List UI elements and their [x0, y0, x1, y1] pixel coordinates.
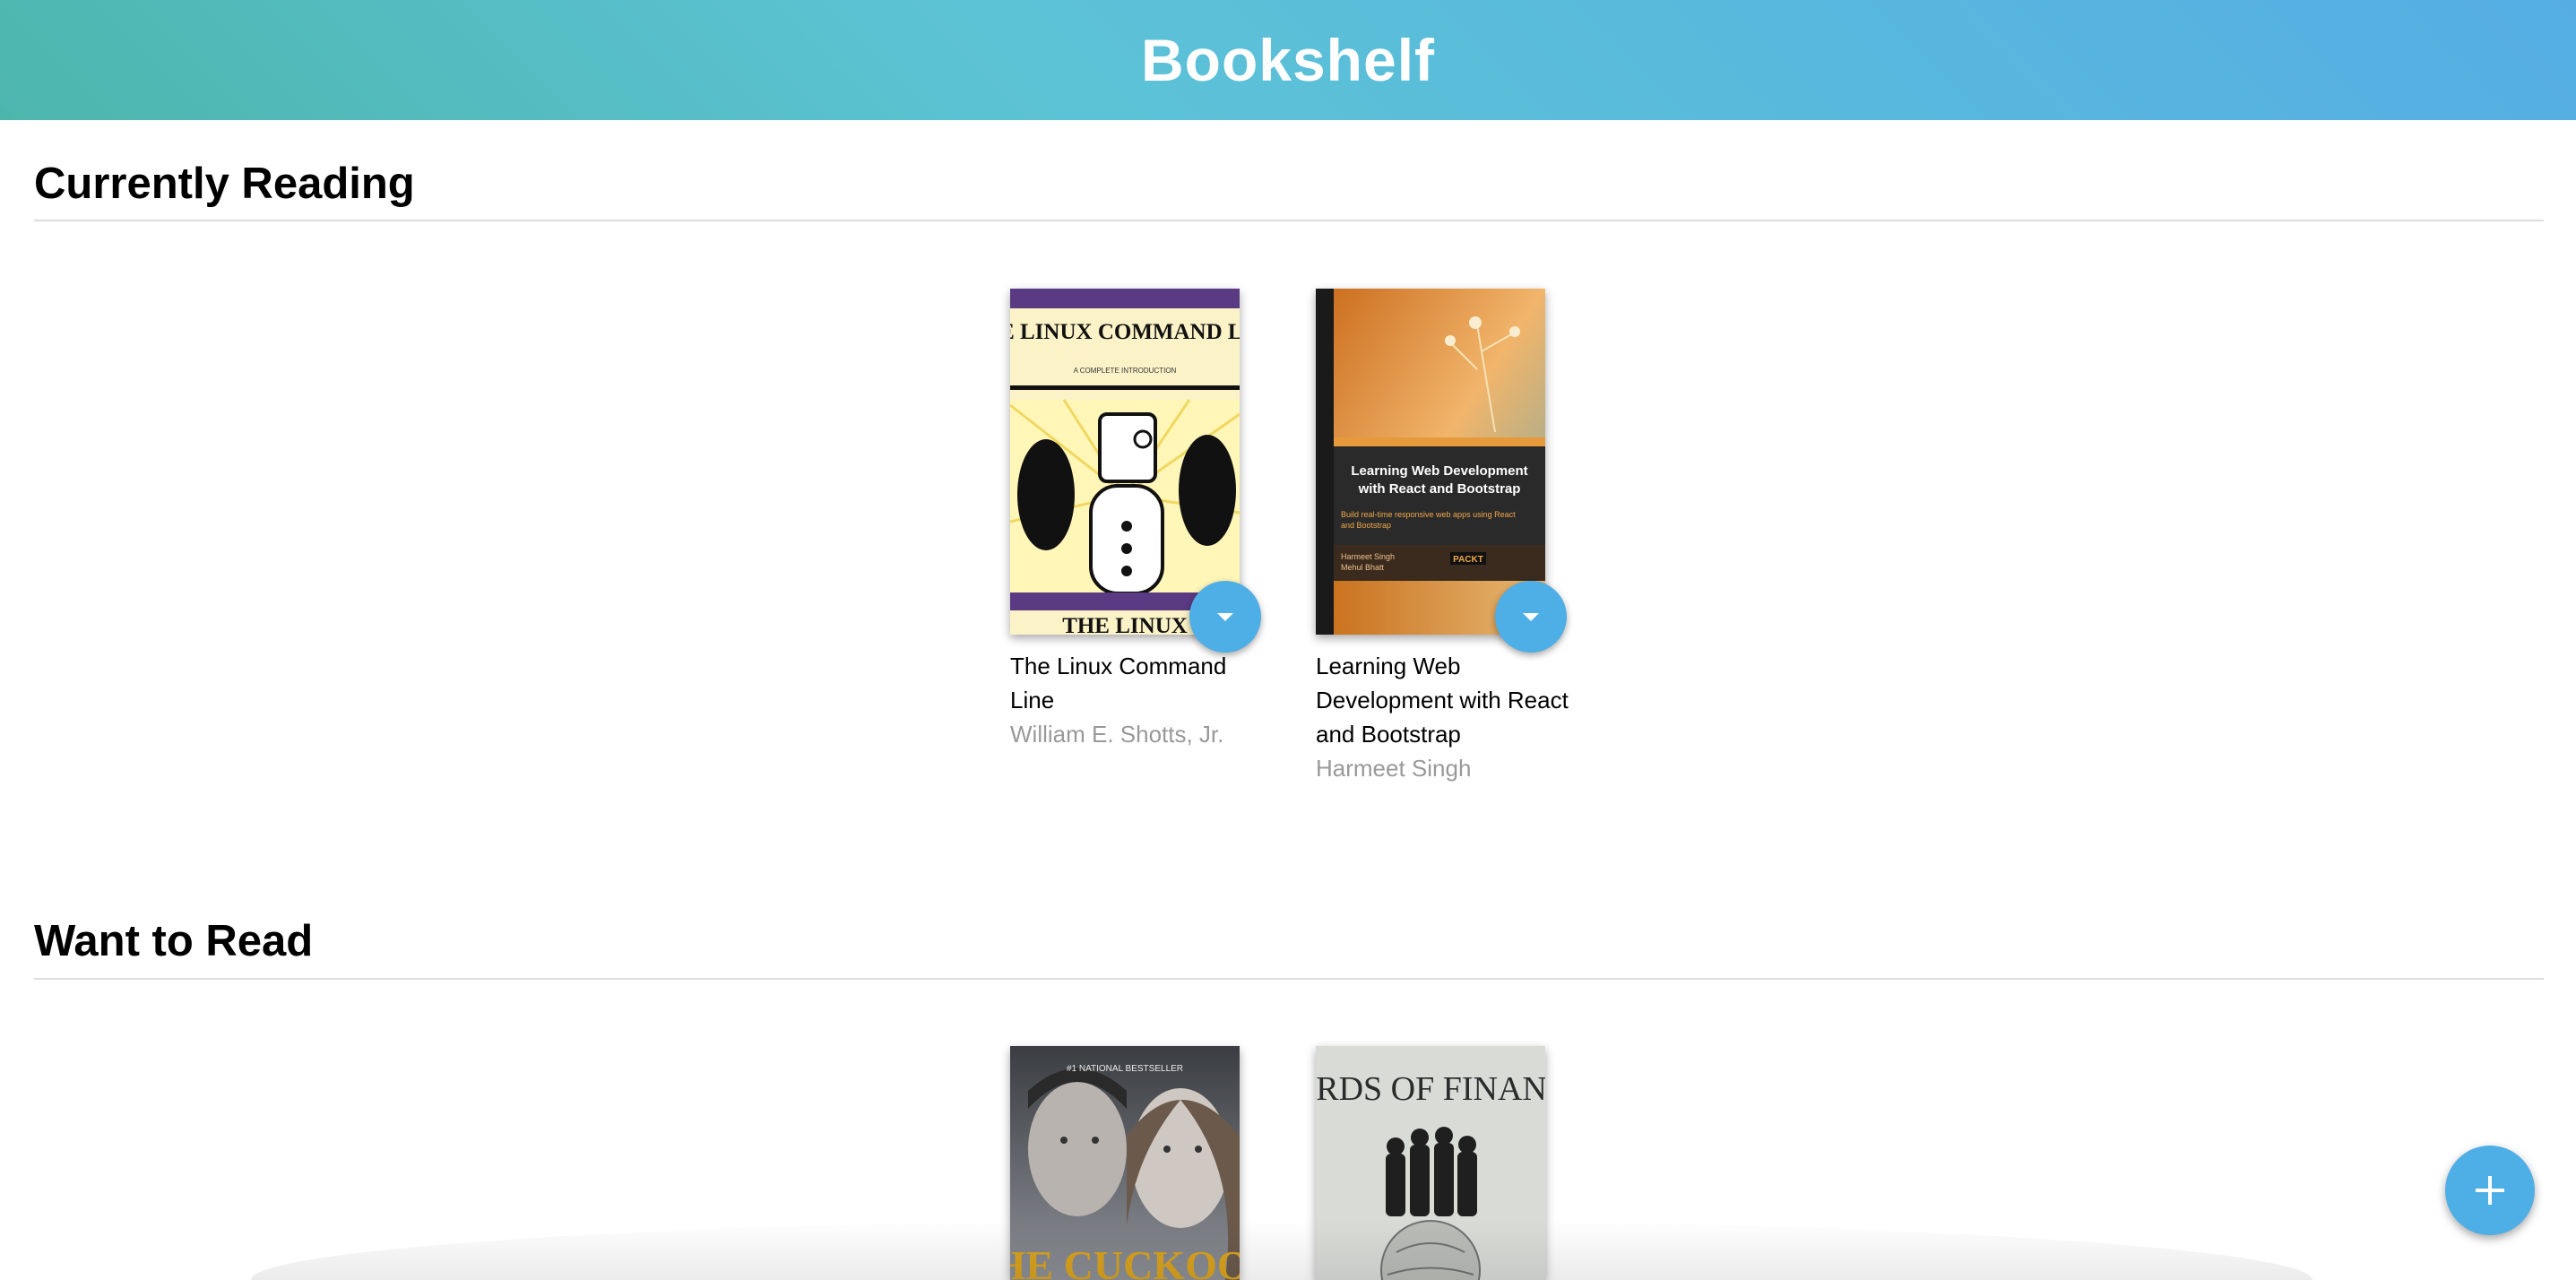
add-book-button[interactable]: [2445, 1146, 2535, 1235]
shelf-changer-button[interactable]: [1495, 581, 1567, 653]
svg-text:PACKT: PACKT: [1453, 555, 1483, 565]
book-title: The Linux Command Line: [1010, 653, 1227, 714]
lords-cover-art: LORDS OF FINANCE: [1316, 1046, 1545, 1280]
app-title: Bookshelf: [1140, 27, 1436, 93]
svg-text:THE LINUX COMMAND LINE: THE LINUX COMMAND LINE: [1010, 320, 1240, 344]
shelf-divider: [34, 978, 2544, 980]
book-cover[interactable]: #1 NATIONAL BESTSELLER THE CUCKOO'S: [1010, 1046, 1240, 1280]
book-cover[interactable]: LORDS OF FINANCE: [1316, 1046, 1545, 1280]
shelf-changer-button[interactable]: [1189, 581, 1261, 653]
linux-cover-art: THE LINUX COMMAND LINE A COMPLETE INTROD…: [1010, 289, 1240, 635]
svg-text:Mehul Bhatt: Mehul Bhatt: [1341, 563, 1385, 572]
react-cover-art: Learning Web Development with React and …: [1316, 289, 1545, 635]
svg-text:Learning Web Development: Learning Web Development: [1351, 463, 1527, 479]
svg-text:#1 NATIONAL BESTSELLER: #1 NATIONAL BESTSELLER: [1067, 1064, 1183, 1074]
app-header: Bookshelf: [0, 0, 2576, 120]
svg-text:with React and Bootstrap: with React and Bootstrap: [1358, 481, 1521, 497]
svg-text:THE CUCKOO'S: THE CUCKOO'S: [1010, 1242, 1240, 1280]
book-title: Learning Web Development with React and …: [1316, 653, 1569, 748]
svg-text:A COMPLETE INTRODUCTION: A COMPLETE INTRODUCTION: [1074, 367, 1177, 375]
svg-text:Build real-time responsive web: Build real-time responsive web apps usin…: [1341, 510, 1516, 519]
shelf-title-currently-reading: Currently Reading: [34, 160, 415, 208]
shelf-divider: [34, 220, 2544, 221]
caret-down-icon: [1523, 612, 1539, 621]
plus-icon: [2476, 1176, 2504, 1205]
svg-text:LORDS OF FINANCE: LORDS OF FINANCE: [1316, 1070, 1545, 1108]
caret-down-icon: [1217, 612, 1233, 621]
book-author: Harmeet Singh: [1316, 755, 1472, 782]
shelf-title-want-to-read: Want to Read: [34, 917, 314, 965]
svg-text:and Bootstrap: and Bootstrap: [1341, 521, 1391, 530]
bottom-shadow: [251, 1219, 2312, 1280]
svg-text:THE LINUX: THE LINUX: [1062, 614, 1188, 635]
book-cover[interactable]: THE LINUX COMMAND LINE A COMPLETE INTROD…: [1010, 289, 1240, 635]
cuckoo-cover-art: #1 NATIONAL BESTSELLER THE CUCKOO'S: [1010, 1046, 1240, 1280]
book-cover[interactable]: Learning Web Development with React and …: [1316, 289, 1545, 635]
svg-text:Harmeet Singh: Harmeet Singh: [1341, 552, 1395, 561]
book-author: William E. Shotts, Jr.: [1010, 721, 1224, 748]
